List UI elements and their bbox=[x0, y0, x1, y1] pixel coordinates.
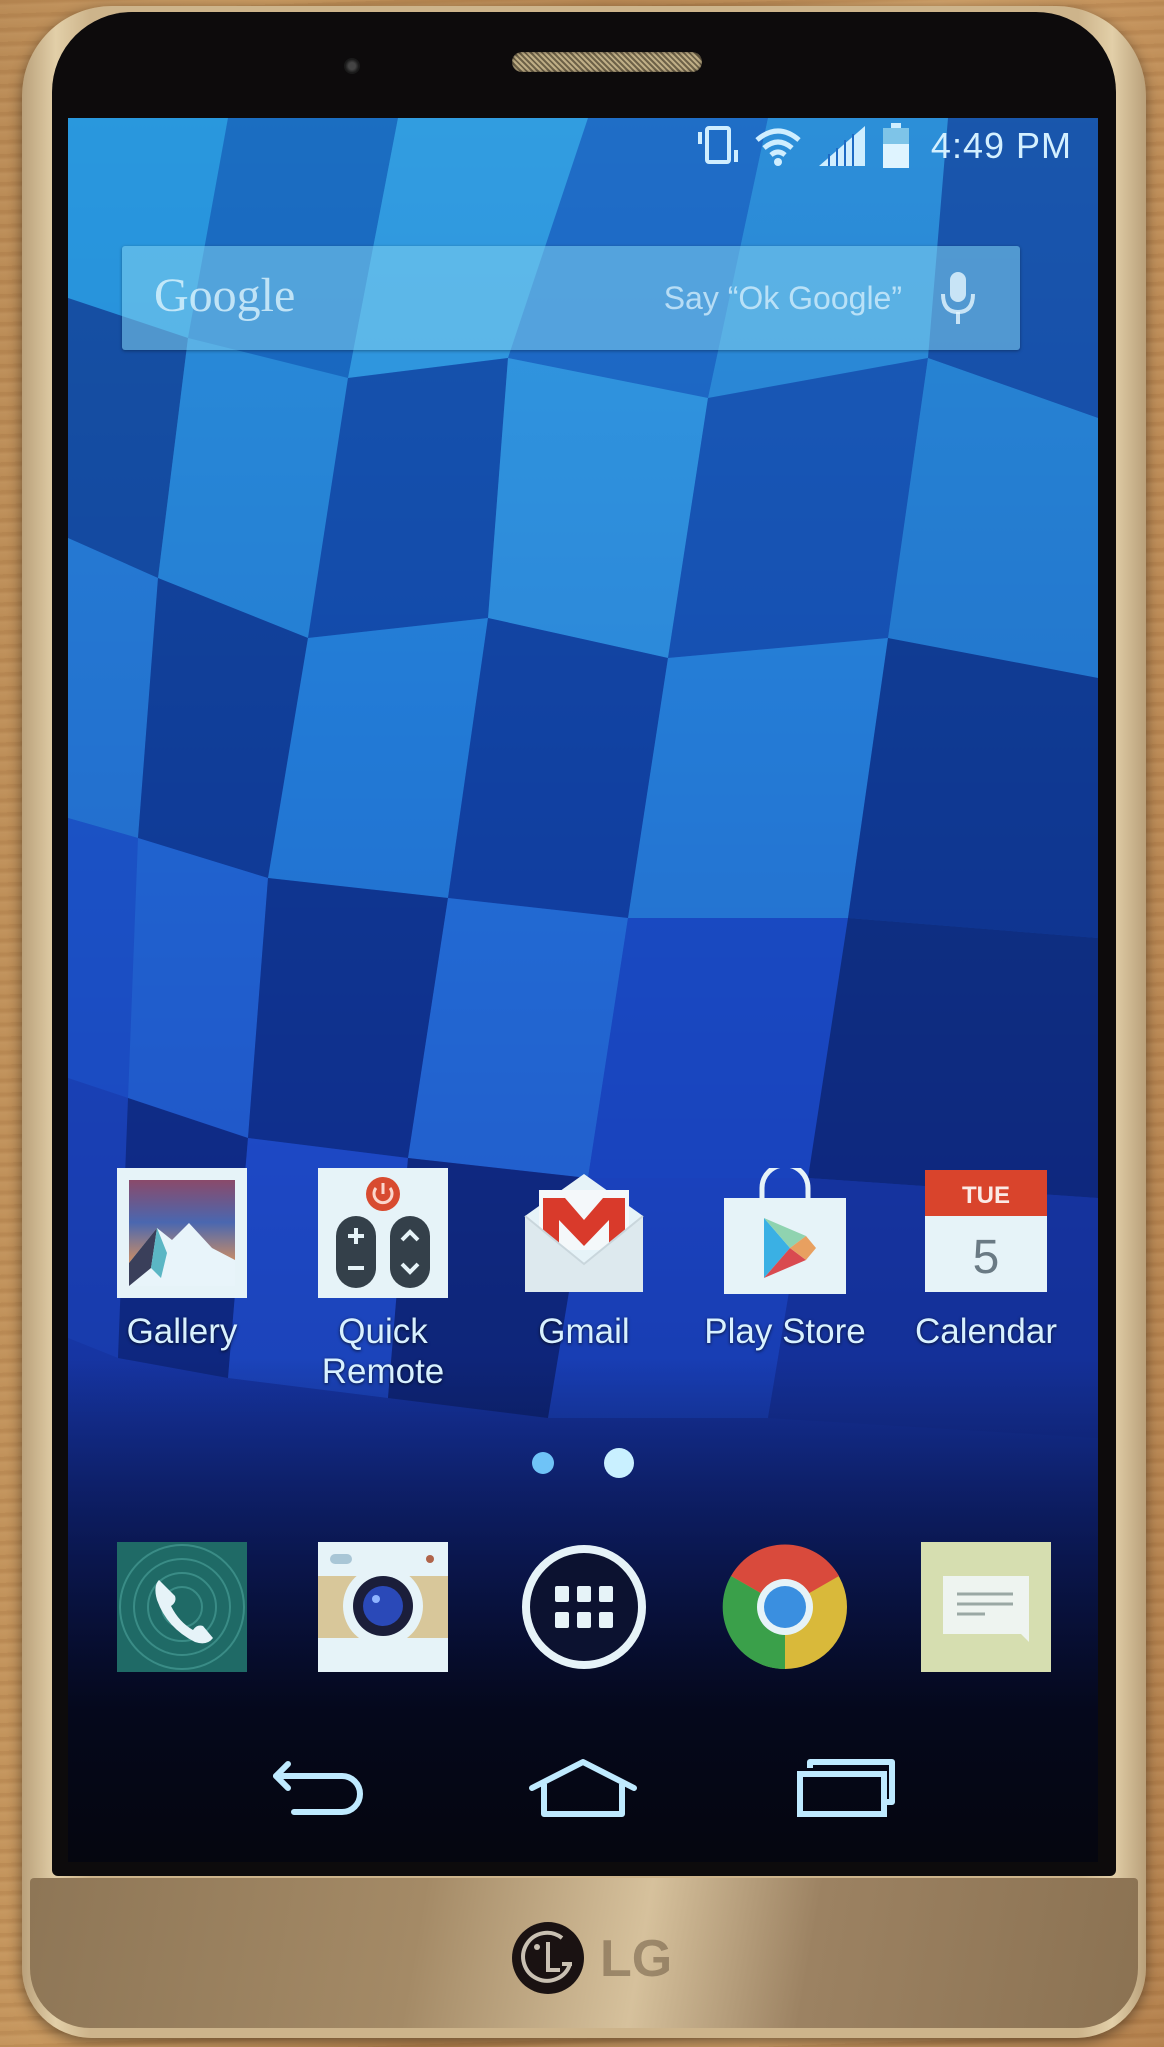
recent-apps-icon bbox=[797, 1759, 896, 1817]
app-label: Gmail bbox=[538, 1312, 630, 1351]
home-app-row: Gallery Quick Remote Gmail Play Store TU… bbox=[68, 1168, 1098, 1392]
mic-icon[interactable] bbox=[938, 270, 978, 326]
recent-apps-button[interactable] bbox=[786, 1748, 906, 1828]
app-calendar[interactable]: TUE 5 Calendar bbox=[896, 1168, 1076, 1392]
app-quick-remote[interactable]: Quick Remote bbox=[293, 1168, 473, 1392]
quick-remote-icon bbox=[318, 1168, 448, 1298]
home-icon bbox=[528, 1759, 637, 1817]
signal-icon bbox=[818, 126, 865, 166]
wifi-icon bbox=[755, 128, 801, 166]
gallery-icon bbox=[117, 1168, 247, 1298]
phone-icon bbox=[117, 1542, 247, 1672]
status-clock: 4:49 PM bbox=[930, 125, 1072, 166]
calendar-icon: TUE 5 bbox=[925, 1170, 1047, 1292]
dock-messaging[interactable] bbox=[896, 1542, 1076, 1672]
chrome-icon bbox=[722, 1544, 847, 1670]
camera-icon bbox=[318, 1542, 448, 1672]
messaging-icon bbox=[921, 1542, 1051, 1672]
svg-text:LG: LG bbox=[600, 1930, 672, 1988]
dock-camera[interactable] bbox=[293, 1542, 473, 1672]
app-label: Calendar bbox=[914, 1312, 1058, 1351]
app-label: Quick Remote bbox=[321, 1312, 445, 1391]
earpiece-speaker bbox=[512, 52, 702, 72]
vibrate-icon bbox=[697, 126, 738, 164]
dock-phone[interactable] bbox=[92, 1542, 272, 1672]
page-indicator bbox=[68, 1448, 1098, 1478]
page-dot-2-active[interactable] bbox=[604, 1448, 634, 1478]
svg-text:5: 5 bbox=[973, 1231, 1000, 1284]
gmail-icon bbox=[524, 1174, 644, 1292]
home-screen: 4:49 PM Google Say “Ok Google” Gallery Q… bbox=[68, 118, 1098, 1862]
navigation-bar bbox=[68, 1738, 1098, 1838]
status-bar: 4:49 PM bbox=[68, 118, 1098, 174]
app-gmail[interactable]: Gmail bbox=[494, 1168, 674, 1392]
dock-app-drawer[interactable] bbox=[494, 1542, 674, 1672]
back-button[interactable] bbox=[260, 1748, 380, 1828]
back-icon bbox=[272, 1761, 363, 1815]
google-search-bar[interactable]: Google Say “Ok Google” bbox=[122, 246, 1020, 350]
app-play-store[interactable]: Play Store bbox=[695, 1168, 875, 1392]
page-dot-1[interactable] bbox=[532, 1452, 554, 1474]
home-button[interactable] bbox=[523, 1748, 643, 1828]
google-logo: Google bbox=[154, 269, 296, 322]
app-label: Play Store bbox=[704, 1312, 866, 1351]
app-label: Gallery bbox=[126, 1312, 238, 1351]
front-camera bbox=[344, 58, 360, 74]
dock bbox=[68, 1542, 1098, 1672]
svg-text:TUE: TUE bbox=[962, 1182, 1010, 1209]
phone-chin: LG bbox=[30, 1878, 1138, 2028]
dock-chrome[interactable] bbox=[695, 1542, 875, 1672]
play-store-icon bbox=[724, 1168, 846, 1294]
battery-icon bbox=[882, 123, 909, 168]
lg-logo-icon: LG bbox=[512, 1922, 672, 1994]
app-drawer-icon bbox=[522, 1545, 646, 1669]
voice-search-hint: Say “Ok Google” bbox=[663, 280, 902, 316]
app-gallery[interactable]: Gallery bbox=[92, 1168, 272, 1392]
